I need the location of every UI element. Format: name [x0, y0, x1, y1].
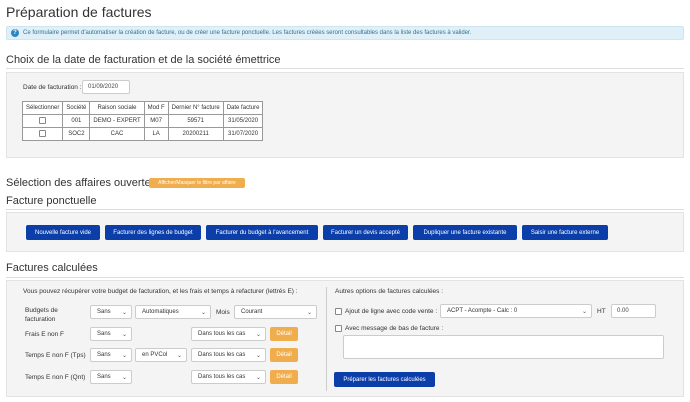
temps-qnt-label: Temps E non F (Qnt) [25, 374, 86, 381]
toggle-filter-button[interactable]: Afficher/Masquer le filtre par affaire [149, 178, 245, 188]
budgets-label: Budgets de facturation [25, 307, 58, 323]
bill-progress-button[interactable]: Facturer du budget à l'avancement [206, 225, 318, 240]
bill-budget-lines-button[interactable]: Facturer des lignes de budget [105, 225, 201, 240]
temps-tps-case-select[interactable]: Dans tous les cas ⌄ [191, 348, 266, 362]
calculees-intro: Vous pouvez récupérer votre budget de fa… [23, 288, 298, 295]
temps-tps-label: Temps E non F (Tps) [25, 352, 86, 359]
section-title-choix: Choix de la date de facturation et de la… [6, 54, 281, 66]
table-cell: CAC [89, 127, 145, 141]
divider [6, 277, 684, 278]
divider [6, 209, 684, 210]
chevron-down-icon: ⌄ [121, 309, 127, 316]
table-header: Société [62, 101, 91, 115]
table-cell: 001 [62, 114, 91, 128]
new-invoice-button[interactable]: Nouvelle facture vide [26, 225, 100, 240]
table-header: Sélectionner [21, 101, 64, 115]
chevron-down-icon: ⌄ [581, 308, 587, 315]
table-header: Dernier N° facture [167, 101, 224, 115]
section-title-affaires: Sélection des affaires ouvertes [6, 177, 157, 189]
autres-options-title: Autres options de factures calculées : [335, 288, 444, 295]
external-invoice-button[interactable]: Saisir une facture externe [522, 225, 608, 240]
temps-tps-detail-button[interactable]: Détail [270, 348, 298, 362]
ht-label: HT [597, 308, 606, 315]
section-title-ponctuelle: Facture ponctuelle [6, 195, 97, 207]
frais-mode-select[interactable]: Sans ⌄ [90, 327, 132, 341]
table-cell: 20200211 [167, 127, 224, 141]
temps-qnt-case-select[interactable]: Dans tous les cas ⌄ [191, 370, 266, 384]
budgets-mode-select[interactable]: Sans ⌄ [90, 305, 132, 319]
code-vente-select[interactable]: ACPT - Acompte - Calc : 0 ⌄ [440, 304, 592, 318]
table-row: SOC2 CAC LA 20200211 31/07/2020 [21, 127, 264, 141]
table-header: Date facture [222, 101, 264, 115]
chevron-down-icon: ⌄ [200, 309, 206, 316]
frais-detail-button[interactable]: Détail [270, 327, 298, 341]
chevron-down-icon: ⌄ [255, 374, 261, 381]
ajout-ligne-checkbox[interactable] [335, 308, 342, 315]
column-divider [326, 287, 327, 391]
help-icon: ? [11, 29, 19, 37]
date-input[interactable]: 01/09/2020 [82, 80, 130, 94]
info-box: ? Ce formulaire permet d'automatiser la … [6, 26, 684, 40]
table-cell: M07 [143, 114, 169, 128]
message-textarea[interactable] [343, 335, 664, 359]
chevron-down-icon: ⌄ [255, 331, 261, 338]
info-text: Ce formulaire permet d'automatiser la cr… [23, 30, 472, 36]
temps-tps-price-select[interactable]: en PVCol ⌄ [135, 348, 187, 362]
table-header: Mod F [143, 101, 169, 115]
table-header: Raison sociale [89, 101, 145, 115]
chevron-down-icon: ⌄ [176, 352, 182, 359]
budgets-type-select[interactable]: Automatiques ⌄ [135, 305, 211, 319]
chevron-down-icon: ⌄ [121, 352, 127, 359]
temps-qnt-detail-button[interactable]: Détail [270, 370, 298, 384]
chevron-down-icon: ⌄ [121, 374, 127, 381]
duplicate-invoice-button[interactable]: Dupliquer une facture existante [413, 225, 517, 240]
prepare-invoices-button[interactable]: Préparer les factures calculées [334, 372, 435, 387]
select-checkbox[interactable] [39, 130, 47, 138]
divider [6, 68, 684, 69]
societe-table: Sélectionner Société Raison sociale Mod … [21, 101, 264, 141]
table-cell: 59571 [167, 114, 224, 128]
temps-tps-mode-select[interactable]: Sans ⌄ [90, 348, 132, 362]
table-row: 001 DEMO - EXPERT M07 59571 31/05/2020 [21, 114, 264, 128]
chevron-down-icon: ⌄ [255, 352, 261, 359]
select-checkbox[interactable] [39, 117, 47, 125]
bill-quote-button[interactable]: Facturer un devis accepté [323, 225, 408, 240]
frais-case-select[interactable]: Dans tous les cas ⌄ [191, 327, 266, 341]
mois-select[interactable]: Courant ⌄ [234, 305, 317, 319]
chevron-down-icon: ⌄ [121, 331, 127, 338]
table-cell: LA [143, 127, 169, 141]
page-title: Préparation de factures [6, 4, 152, 20]
table-cell: SOC2 [62, 127, 91, 141]
table-cell: DEMO - EXPERT [89, 114, 145, 128]
section-title-calculees: Factures calculées [6, 262, 98, 274]
message-label: Avec message de bas de facture : [345, 325, 444, 332]
table-cell: 31/07/2020 [222, 127, 264, 141]
chevron-down-icon: ⌄ [306, 309, 312, 316]
frais-label: Frais E non F [25, 331, 65, 338]
ht-input[interactable]: 0.00 [611, 304, 656, 318]
table-cell: 31/05/2020 [222, 114, 264, 128]
ajout-ligne-label: Ajout de ligne avec code vente : [345, 308, 438, 315]
mois-label: Mois [216, 309, 230, 316]
message-checkbox[interactable] [335, 325, 342, 332]
temps-qnt-mode-select[interactable]: Sans ⌄ [90, 370, 132, 384]
date-label: Date de facturation : [23, 84, 82, 91]
